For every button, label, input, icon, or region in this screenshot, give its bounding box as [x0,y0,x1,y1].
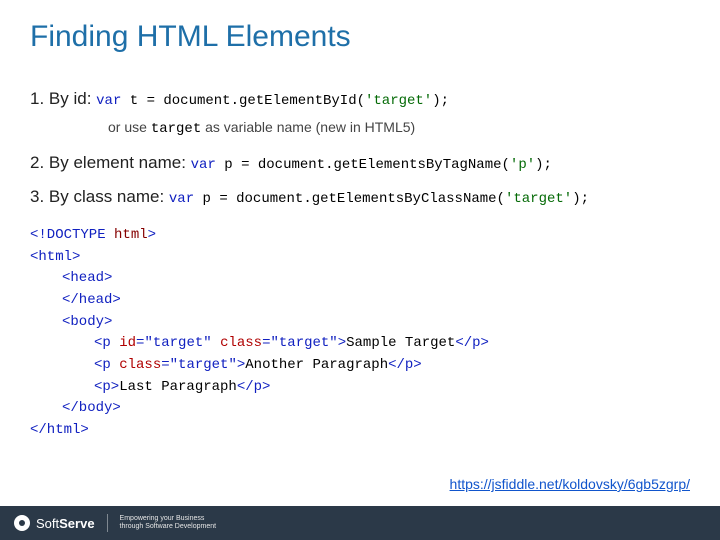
footer-bar: SoftServe Empowering your Business throu… [0,506,720,540]
code-line: </head> [62,290,690,312]
note-text: as variable name (new in HTML5) [201,119,415,135]
code-line: <p class="target">Another Paragraph</p> [94,355,690,377]
item-label: 2. By element name: [30,153,191,172]
code-text: ); [535,157,552,173]
code-line: </html> [30,420,690,442]
item-by-class: 3. By class name: var p = document.getEl… [30,182,690,213]
slide-title: Finding HTML Elements [30,20,690,54]
code-string: 'target' [505,191,572,207]
code-line: <!DOCTYPE html> [30,225,690,247]
code-line: <head> [62,268,690,290]
logo-icon [14,515,30,531]
note-code: target [151,121,201,137]
code-line: <html> [30,247,690,269]
code-text: p = document.getElementsByTagName( [216,157,510,173]
code-text: t = document.getElementById( [121,93,365,109]
jsfiddle-link[interactable]: https://jsfiddle.net/koldovsky/6gb5zgrp/ [450,476,690,492]
code-text: p = document.getElementsByClassName( [194,191,505,207]
footer-tagline: Empowering your Business through Softwar… [120,515,217,530]
item-by-id: 1. By id: var t = document.getElementByI… [30,84,690,115]
code-line: <p id="target" class="target">Sample Tar… [94,333,690,355]
code-keyword: var [96,93,121,109]
item-label: 3. By class name: [30,187,169,206]
code-keyword: var [191,157,216,173]
brand-text: SoftServe [36,516,95,531]
code-keyword: var [169,191,194,207]
note-text: or use [108,119,151,135]
item-note: or use target as variable name (new in H… [108,115,690,142]
footer-divider [107,514,108,532]
code-string: 'p' [510,157,535,173]
code-text: ); [432,93,449,109]
code-text: ); [572,191,589,207]
item-label: 1. By id: [30,89,96,108]
item-by-tag: 2. By element name: var p = document.get… [30,148,690,179]
code-line: <p>Last Paragraph</p> [94,377,690,399]
code-line: <body> [62,312,690,334]
code-sample: <!DOCTYPE html> <html> <head> </head> <b… [30,225,690,442]
code-line: </body> [62,398,690,420]
slide-body: 1. By id: var t = document.getElementByI… [30,84,690,442]
code-string: 'target' [365,93,432,109]
